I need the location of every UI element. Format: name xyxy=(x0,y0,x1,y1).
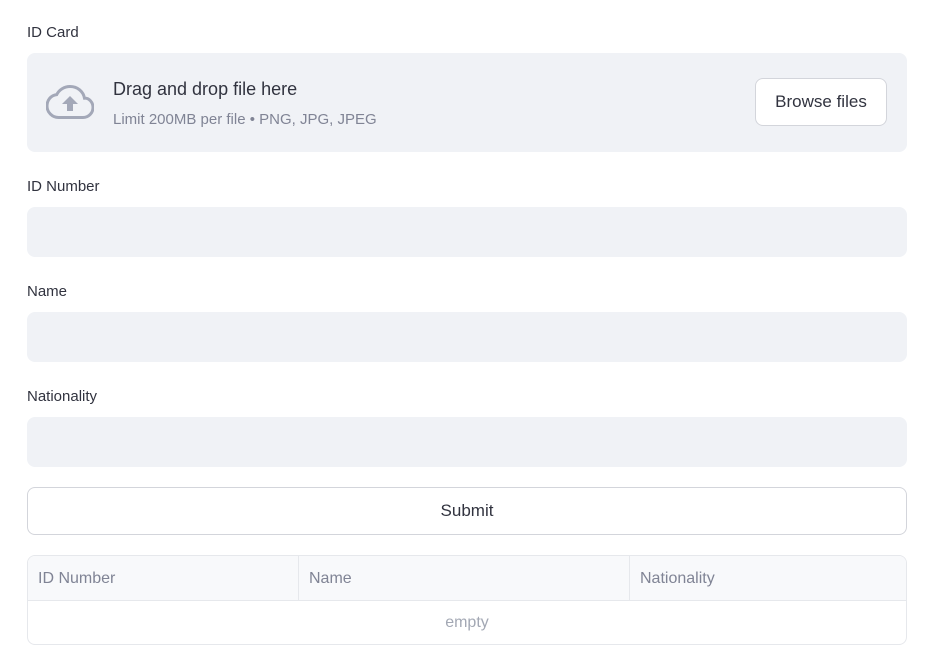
results-table: ID Number Name Nationality empty xyxy=(27,555,907,645)
column-header-id-number[interactable]: ID Number xyxy=(28,556,298,601)
id-number-input[interactable] xyxy=(27,207,907,257)
column-header-nationality[interactable]: Nationality xyxy=(629,556,906,601)
cloud-upload-icon xyxy=(46,84,94,119)
table-empty-state: empty xyxy=(445,614,489,631)
dropzone-title: Drag and drop file here xyxy=(113,79,298,99)
nationality-label: Nationality xyxy=(27,388,98,405)
nationality-input[interactable] xyxy=(27,417,907,467)
file-dropzone[interactable]: Drag and drop file here Limit 200MB per … xyxy=(27,53,907,152)
name-input[interactable] xyxy=(27,312,907,362)
dropzone-limit-text: Limit 200MB per file • PNG, JPG, JPEG xyxy=(113,111,377,128)
submit-button[interactable]: Submit xyxy=(27,487,907,535)
id-card-label: ID Card xyxy=(27,24,79,41)
browse-files-button[interactable]: Browse files xyxy=(755,78,887,126)
name-label: Name xyxy=(27,283,68,300)
column-header-name[interactable]: Name xyxy=(298,556,629,601)
table-header: ID Number Name Nationality xyxy=(28,556,906,601)
id-number-label: ID Number xyxy=(27,178,100,195)
